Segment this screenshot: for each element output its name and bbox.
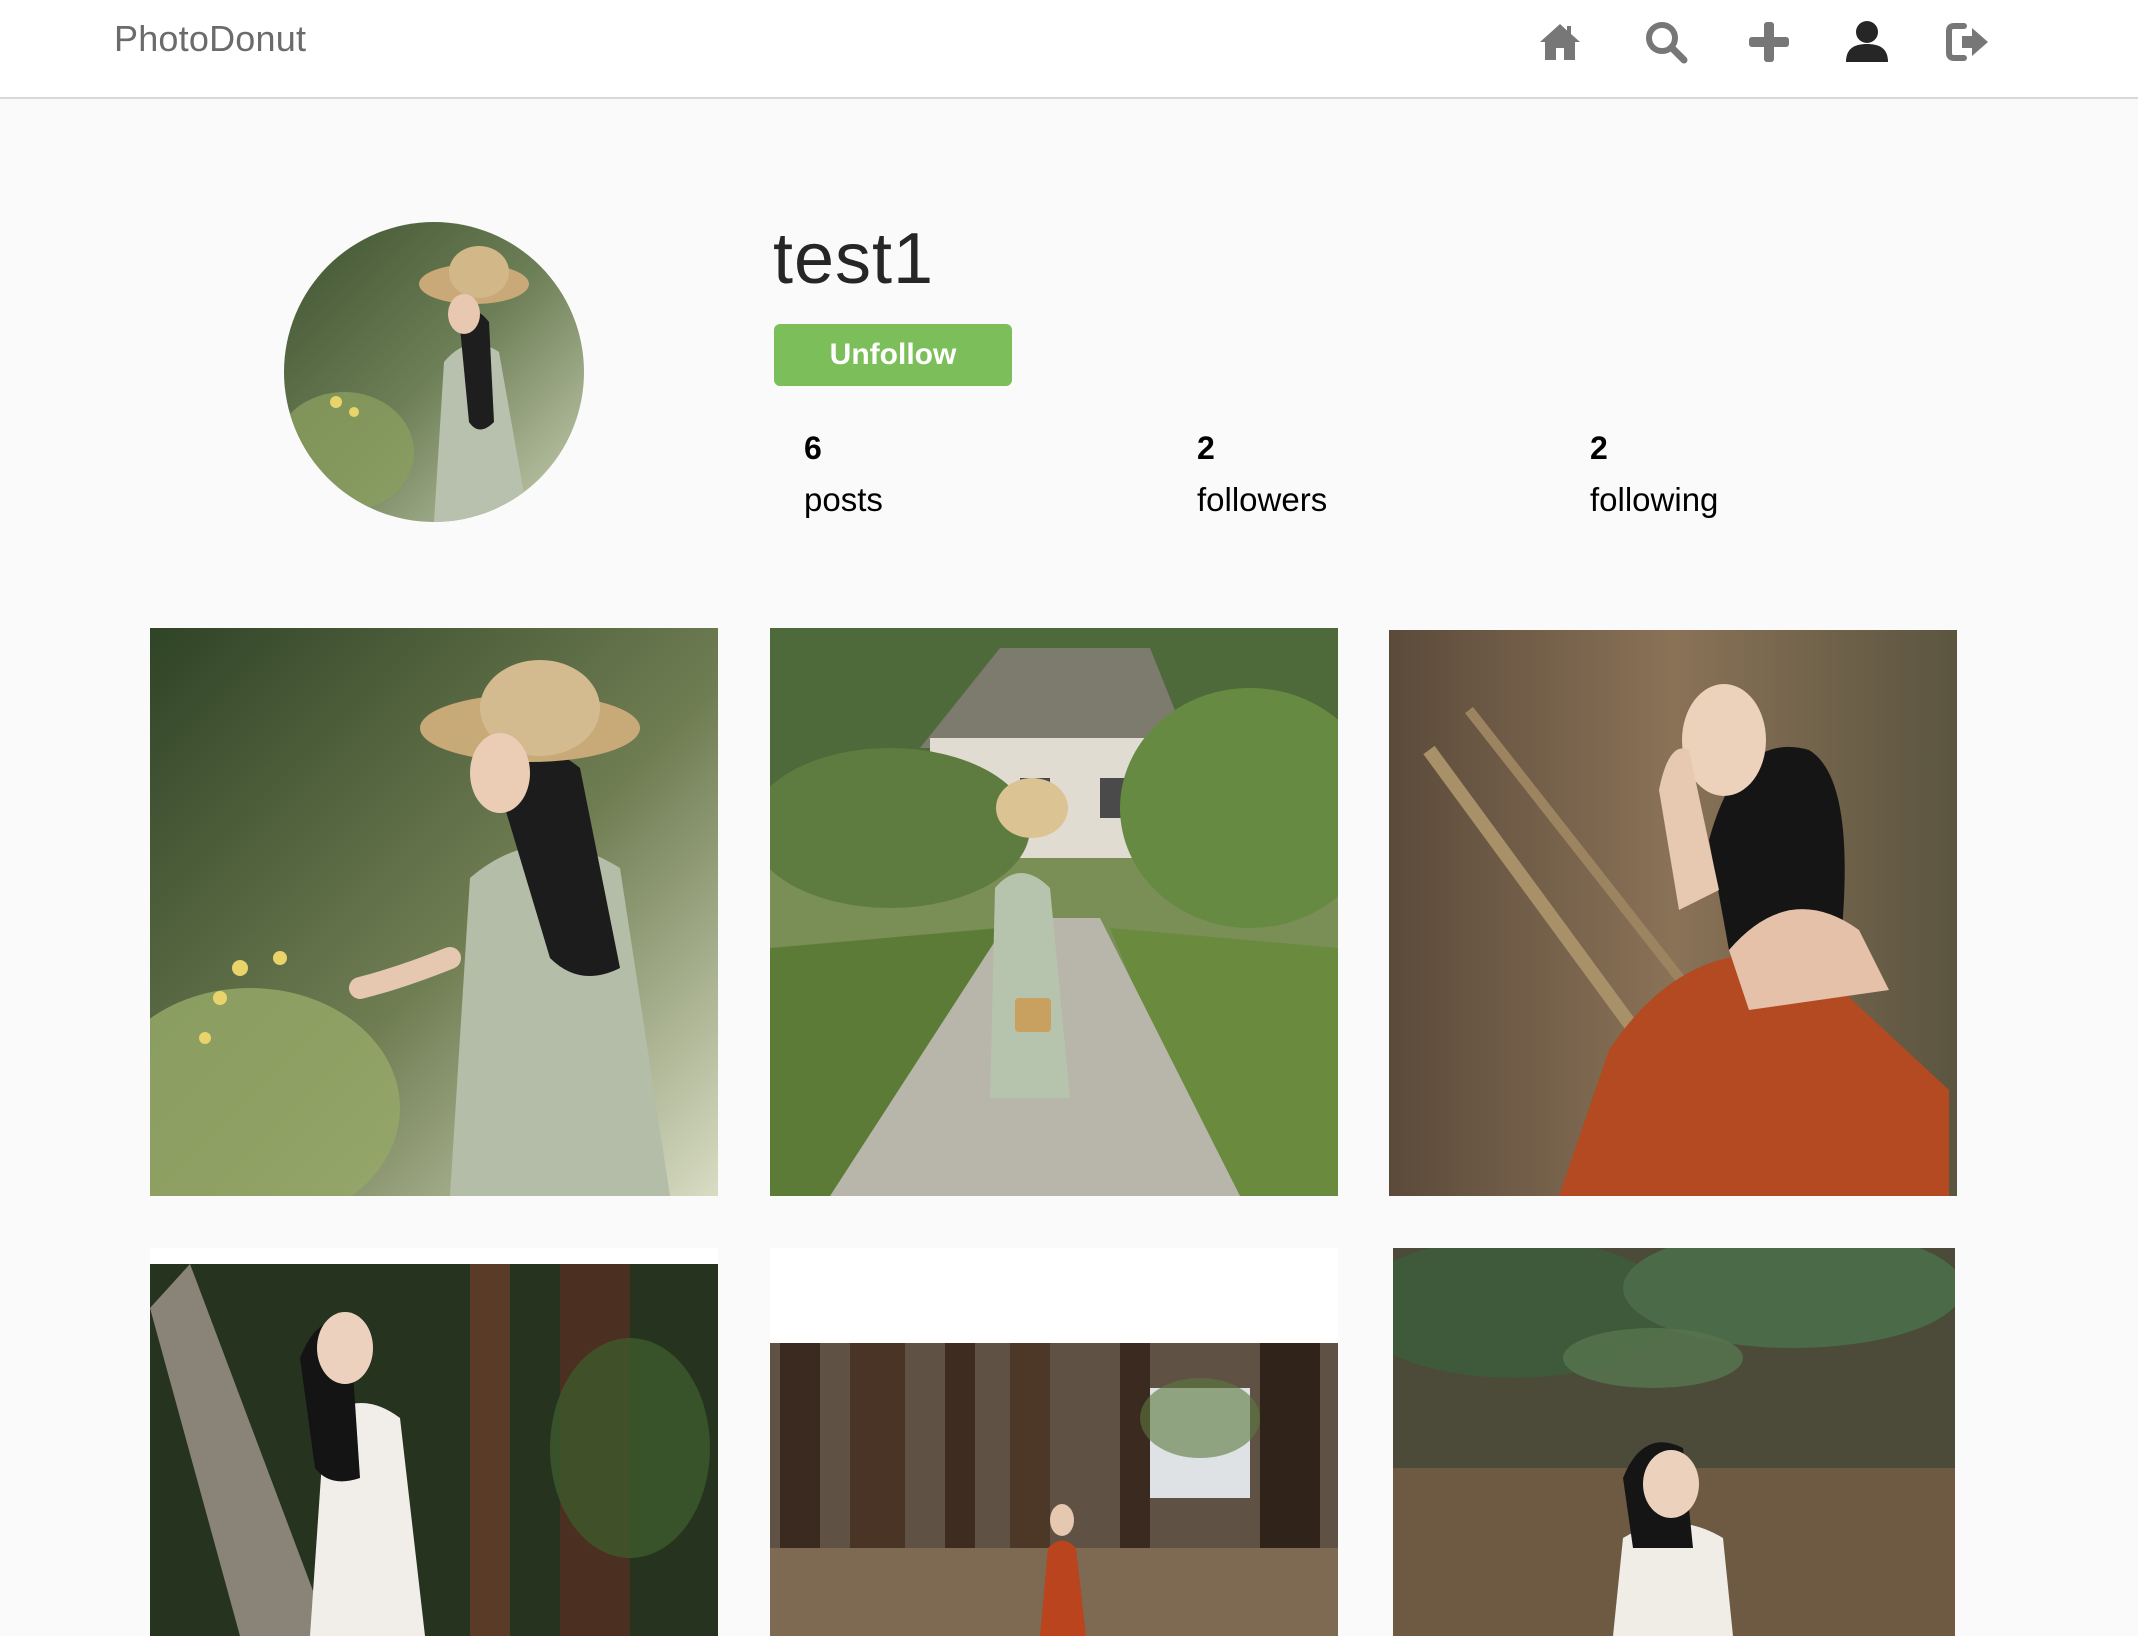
post-thumbnail[interactable] [770, 628, 1338, 1196]
top-navbar: PhotoDonut [0, 0, 2138, 99]
posts-label: posts [804, 481, 883, 518]
following-count: 2 [1590, 430, 1608, 466]
sign-out-icon[interactable] [1942, 16, 1994, 68]
unfollow-button[interactable]: Unfollow [774, 324, 1012, 386]
following-label: following [1590, 481, 1719, 518]
followers-label: followers [1197, 481, 1328, 518]
posts-count: 6 [804, 430, 822, 466]
stat-followers[interactable]: 2 followers [1197, 430, 1327, 519]
profile-username: test1 [773, 219, 935, 299]
post-thumbnail[interactable] [150, 628, 718, 1196]
post-thumbnail[interactable] [150, 1248, 718, 1636]
brand-logo[interactable]: PhotoDonut [114, 18, 306, 60]
user-icon[interactable] [1841, 16, 1893, 68]
stat-following[interactable]: 2 following [1590, 430, 1718, 519]
post-thumbnail[interactable] [770, 1248, 1338, 1636]
profile-avatar [284, 222, 584, 522]
home-icon[interactable] [1534, 16, 1586, 68]
search-icon[interactable] [1640, 16, 1692, 68]
stat-posts: 6 posts [804, 430, 883, 519]
followers-count: 2 [1197, 430, 1215, 466]
plus-icon[interactable] [1743, 16, 1795, 68]
post-thumbnail[interactable] [1389, 630, 1957, 1196]
post-thumbnail[interactable] [1393, 1248, 1955, 1636]
